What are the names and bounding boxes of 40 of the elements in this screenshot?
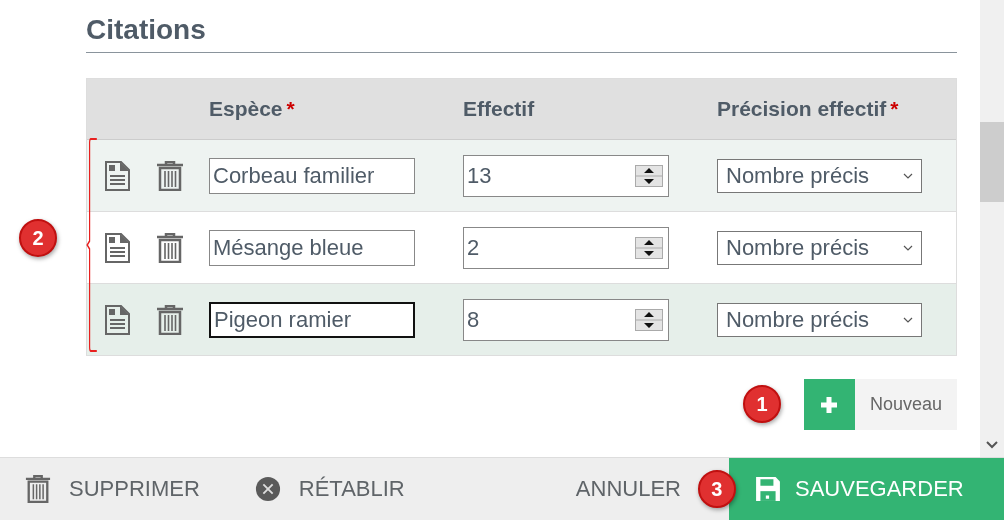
- scrollbar[interactable]: [980, 0, 1004, 457]
- document-icon[interactable]: [103, 232, 131, 263]
- required-mark: *: [890, 97, 899, 120]
- column-label: Espèce: [209, 97, 283, 120]
- required-mark: *: [286, 97, 295, 120]
- caret-icon: [903, 172, 913, 179]
- species-field[interactable]: Mésange bleue: [209, 229, 415, 266]
- count-field[interactable]: 13: [463, 154, 669, 197]
- document-icon[interactable]: [103, 160, 131, 191]
- trash-icon[interactable]: [156, 304, 184, 335]
- precision-dropdown[interactable]: Nombre précis: [717, 230, 922, 265]
- annotation-badge: 3: [697, 470, 736, 508]
- annotation-badge: 2: [19, 219, 57, 257]
- plus-icon: [819, 394, 840, 415]
- count-field[interactable]: 2: [463, 226, 669, 269]
- trash-icon: [25, 475, 51, 503]
- new-button[interactable]: Nouveau: [803, 379, 957, 430]
- spinner-icon[interactable]: [635, 164, 663, 187]
- trash-icon[interactable]: [156, 232, 184, 263]
- species-field[interactable]: Corbeau familier: [209, 157, 415, 194]
- reset-button[interactable]: RÉTABLIR: [254, 475, 405, 503]
- scroll-down-icon[interactable]: [986, 441, 998, 449]
- precision-dropdown[interactable]: Nombre précis: [717, 302, 922, 337]
- delete-button[interactable]: SUPPRIMER: [25, 475, 200, 503]
- caret-icon: [903, 316, 913, 323]
- spinner-icon[interactable]: [635, 308, 663, 331]
- column-label: Précision effectif: [717, 97, 887, 120]
- caret-icon: [903, 244, 913, 251]
- document-icon[interactable]: [103, 304, 131, 335]
- annotation-badge: 1: [743, 385, 781, 423]
- section-title: Citations: [86, 14, 957, 53]
- precision-dropdown[interactable]: Nombre précis: [717, 158, 922, 193]
- scrollbar-thumb[interactable]: [980, 122, 1004, 202]
- count-field[interactable]: 8: [463, 298, 669, 341]
- cancel-button[interactable]: ANNULER: [575, 458, 681, 520]
- spinner-icon[interactable]: [635, 236, 663, 259]
- species-field[interactable]: Pigeon ramier: [209, 301, 415, 338]
- trash-icon[interactable]: [156, 160, 184, 191]
- column-label: Effectif: [463, 97, 535, 120]
- close-circle-icon: [254, 475, 281, 503]
